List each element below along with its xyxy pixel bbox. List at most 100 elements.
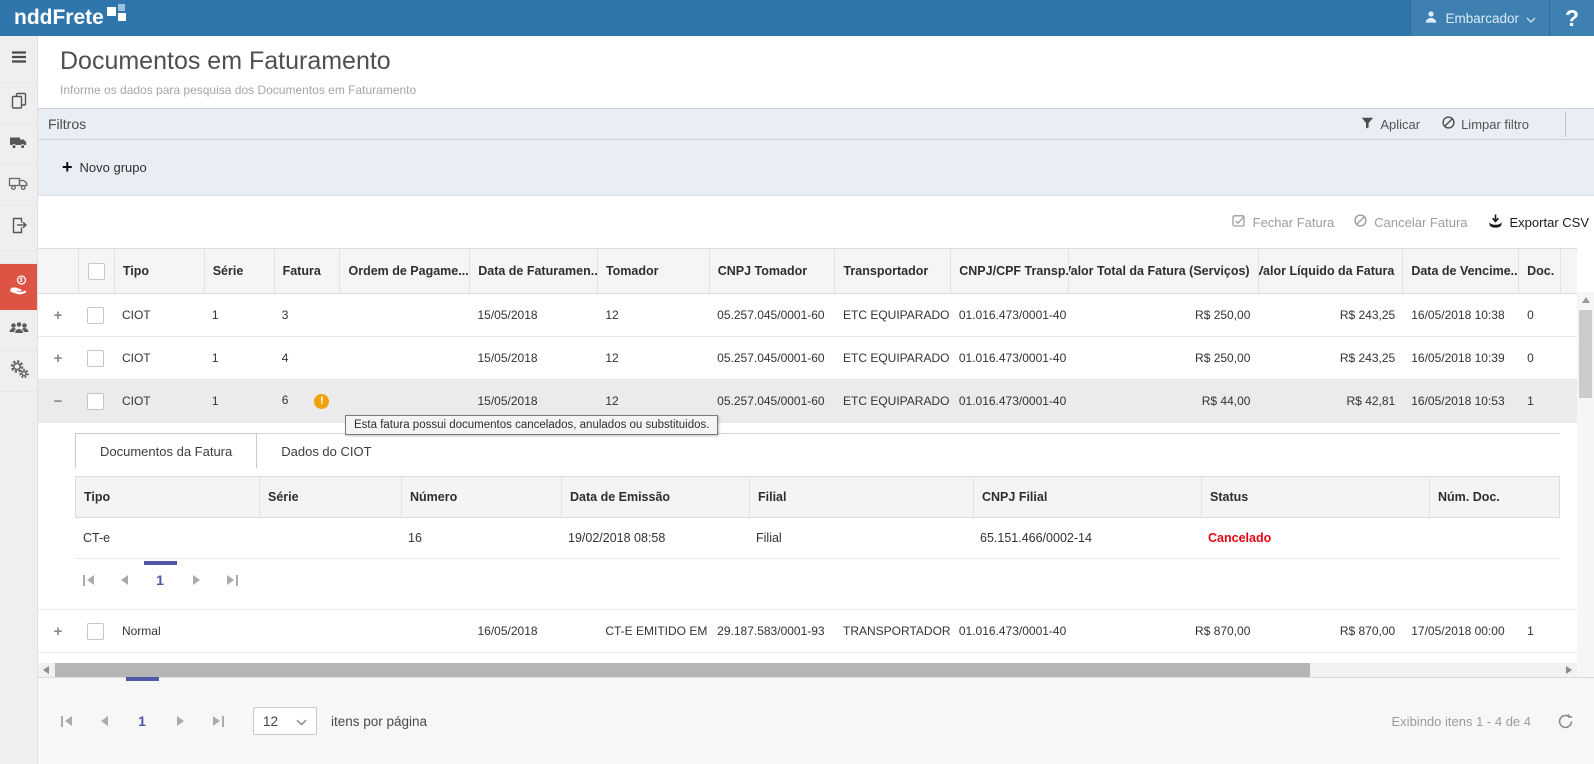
prev-page-button[interactable]	[111, 567, 137, 593]
first-page-button[interactable]	[75, 567, 101, 593]
sidebar-item-settings[interactable]	[0, 351, 37, 392]
detail-column-numero[interactable]: Número	[401, 477, 561, 517]
sidebar-item-documents[interactable]	[0, 83, 37, 124]
export-csv-button[interactable]: Exportar CSV	[1488, 214, 1589, 231]
column-header-tipo[interactable]: Tipo	[114, 249, 204, 293]
cell-valor-total: R$ 44,00	[1069, 394, 1259, 408]
expand-row-button[interactable]	[50, 350, 66, 367]
last-page-button[interactable]	[219, 567, 245, 593]
tab-dados-do-ciot[interactable]: Dados do CIOT	[257, 434, 395, 468]
next-page-button[interactable]	[167, 708, 193, 734]
column-header-cnpj-tomador[interactable]: CNPJ Tomador	[709, 249, 835, 293]
column-header-tomador[interactable]: Tomador	[597, 249, 709, 293]
row-checkbox[interactable]	[87, 393, 104, 410]
collapse-row-button[interactable]	[50, 393, 66, 410]
cancel-invoice-button[interactable]: Cancelar Fatura	[1354, 214, 1467, 230]
page-number[interactable]: 1	[129, 708, 155, 734]
cell-cnpj-tomador: 05.257.045/0001-60	[709, 394, 835, 408]
cell-tomador: 12	[597, 308, 709, 322]
detail-column-num-doc[interactable]: Núm. Doc.	[1429, 477, 1559, 517]
cell-data-vencimento: 16/05/2018 10:39	[1403, 351, 1519, 365]
delivery-truck-icon	[7, 173, 31, 198]
last-page-button[interactable]	[205, 708, 231, 734]
column-header-data-vencimento[interactable]: Data de Vencime...	[1402, 249, 1518, 293]
expand-row-button[interactable]	[50, 307, 66, 324]
items-per-page-label: itens por página	[331, 714, 427, 729]
first-page-button[interactable]	[53, 708, 79, 734]
sidebar-item-export[interactable]	[0, 206, 37, 251]
column-header-serie[interactable]: Série	[204, 249, 274, 293]
select-all-checkbox[interactable]	[88, 263, 105, 280]
detail-column-data-emissao[interactable]: Data de Emissão	[561, 477, 749, 517]
close-invoice-button[interactable]: Fechar Fatura	[1232, 214, 1335, 230]
warning-icon[interactable]	[314, 394, 329, 409]
detail-column-filial[interactable]: Filial	[749, 477, 973, 517]
apply-filter-label: Aplicar	[1380, 117, 1420, 132]
detail-tabstrip: Documentos da Fatura Dados do CIOT	[75, 433, 1560, 468]
cell-doc: 0	[1519, 351, 1561, 365]
column-header-valor-liquido[interactable]: Valor Líquido da Fatura	[1258, 249, 1403, 293]
cell-transportador: ETC EQUIPARADO	[835, 351, 951, 365]
scroll-right-arrow[interactable]	[1561, 663, 1577, 677]
prev-page-button[interactable]	[91, 708, 117, 734]
sidebar-item-transport[interactable]	[0, 124, 37, 165]
filters-panel-edge	[1565, 111, 1566, 137]
new-group-button[interactable]: Novo grupo	[62, 160, 147, 176]
scroll-up-arrow[interactable]	[1577, 292, 1594, 308]
clear-filter-button[interactable]: Limpar filtro	[1442, 116, 1529, 132]
detail-column-status[interactable]: Status	[1201, 477, 1429, 517]
sidebar-item-billing[interactable]	[0, 264, 37, 310]
brand-text: nddFrete	[14, 3, 104, 33]
cell-tipo: CIOT	[114, 394, 204, 408]
table-row-expanded: CIOT 1 6 15/05/2018 12 05.257.045/0001-6…	[38, 380, 1577, 423]
sidebar-item-users[interactable]	[0, 310, 37, 351]
sidebar-item-delivery[interactable]	[0, 165, 37, 206]
cell-cnpj-transportador: 01.016.473/0001-40	[951, 394, 1069, 408]
app-window: nddFrete Embarcador ?	[0, 0, 1594, 764]
cell-valor-liquido: R$ 870,00	[1258, 624, 1403, 638]
refresh-button[interactable]	[1557, 713, 1574, 730]
vertical-scroll-thumb[interactable]	[1579, 310, 1592, 398]
expand-row-button[interactable]	[50, 623, 66, 640]
detail-column-cnpj-filial[interactable]: CNPJ Filial	[973, 477, 1201, 517]
gears-icon	[8, 358, 30, 385]
row-checkbox[interactable]	[87, 350, 104, 367]
page-title: Documentos em Faturamento	[60, 47, 1594, 76]
tab-documentos-da-fatura[interactable]: Documentos da Fatura	[75, 433, 257, 468]
copy-documents-icon	[9, 91, 29, 116]
column-header-ordem[interactable]: Ordem de Pagame...	[339, 249, 469, 293]
brand-logo: nddFrete	[0, 3, 129, 33]
page-number[interactable]: 1	[147, 567, 173, 593]
detail-cell-cnpj-filial: 65.151.466/0002-14	[972, 531, 1200, 545]
page-size-value: 12	[263, 714, 278, 729]
current-page-indicator	[126, 677, 159, 681]
detail-column-serie[interactable]: Série	[259, 477, 401, 517]
funnel-icon	[1361, 117, 1374, 132]
column-header-data-faturamento[interactable]: Data de Faturamen...	[469, 249, 597, 293]
horizontal-scroll-thumb[interactable]	[55, 663, 1310, 677]
export-csv-label: Exportar CSV	[1510, 215, 1589, 230]
page-size-select[interactable]: 12	[253, 707, 317, 735]
row-checkbox[interactable]	[87, 307, 104, 324]
sidebar	[0, 36, 38, 764]
row-checkbox[interactable]	[87, 623, 104, 640]
next-page-button[interactable]	[183, 567, 209, 593]
cell-data-vencimento: 16/05/2018 10:38	[1403, 308, 1519, 322]
column-header-fatura[interactable]: Fatura	[274, 249, 340, 293]
apply-filter-button[interactable]: Aplicar	[1361, 117, 1420, 132]
help-button[interactable]: ?	[1549, 0, 1594, 36]
horizontal-scrollbar[interactable]	[38, 663, 1577, 677]
column-header-valor-total[interactable]: Valor Total da Fatura (Serviços)	[1068, 249, 1258, 293]
detail-column-tipo[interactable]: Tipo	[76, 477, 259, 517]
user-menu-button[interactable]: Embarcador	[1410, 0, 1549, 36]
cell-cnpj-tomador: 05.257.045/0001-60	[709, 308, 835, 322]
sidebar-menu-toggle[interactable]	[0, 36, 37, 83]
vertical-scrollbar[interactable]	[1577, 292, 1594, 699]
cell-cnpj-transportador: 01.016.473/0001-40	[951, 624, 1069, 638]
cell-valor-total: R$ 870,00	[1069, 624, 1259, 638]
column-header-cnpj-transportador[interactable]: CNPJ/CPF Transp...	[950, 249, 1068, 293]
column-header-doc[interactable]: Doc.	[1518, 249, 1560, 293]
scroll-left-arrow[interactable]	[38, 663, 54, 677]
column-header-transportador[interactable]: Transportador	[834, 249, 950, 293]
download-icon	[1488, 214, 1503, 231]
